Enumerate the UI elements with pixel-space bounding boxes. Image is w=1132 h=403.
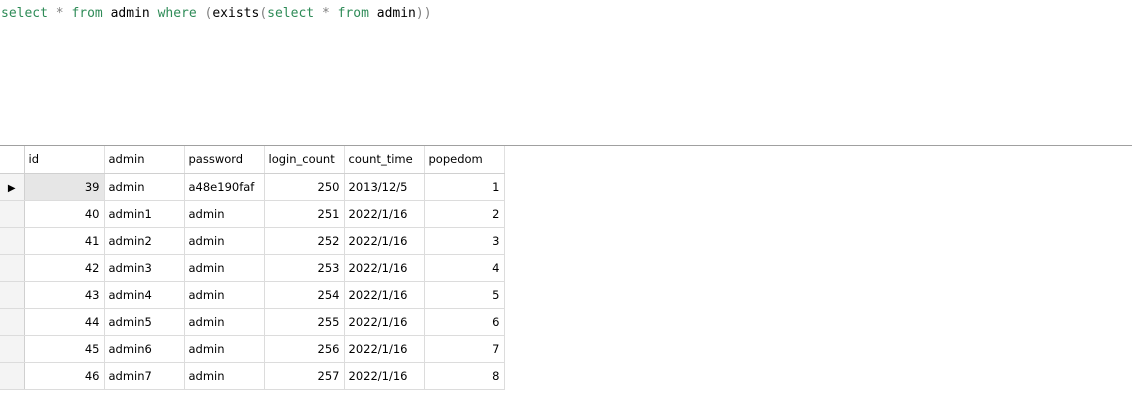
cell-popedom[interactable]: 6 [424, 308, 505, 336]
cell-login-count[interactable]: 250 [264, 173, 345, 201]
cell-popedom[interactable]: 3 [424, 227, 505, 255]
cell-popedom[interactable]: 7 [424, 335, 505, 363]
table-row[interactable]: ▶ 39 admin a48e190faf 250 2013/12/5 1 [0, 173, 505, 201]
cell-popedom[interactable]: 4 [424, 254, 505, 282]
cell-password[interactable]: admin [184, 254, 265, 282]
cell-login-count[interactable]: 253 [264, 254, 345, 282]
cell-admin[interactable]: admin2 [104, 227, 185, 255]
cell-password[interactable]: admin [184, 281, 265, 309]
results-header-row: id admin password login_count count_time… [0, 146, 505, 174]
cell-login-count[interactable]: 257 [264, 362, 345, 390]
cell-popedom[interactable]: 5 [424, 281, 505, 309]
sql-token: )) [415, 6, 432, 21]
sql-token: * [321, 6, 330, 21]
cell-count-time[interactable]: 2022/1/16 [344, 281, 425, 309]
cell-admin[interactable]: admin [104, 173, 185, 201]
cell-id[interactable]: 43 [24, 281, 105, 309]
column-header-count-time[interactable]: count_time [344, 146, 425, 174]
cell-id[interactable]: 39 [24, 173, 105, 201]
cell-id[interactable]: 45 [24, 335, 105, 363]
cell-password[interactable]: admin [184, 335, 265, 363]
cell-count-time[interactable]: 2022/1/16 [344, 335, 425, 363]
cell-admin[interactable]: admin1 [104, 200, 185, 228]
sql-token: admin [368, 6, 416, 21]
cell-password[interactable]: a48e190faf [184, 173, 265, 201]
cell-id[interactable]: 40 [24, 200, 105, 228]
row-header[interactable] [0, 200, 25, 228]
results-grid[interactable]: id admin password login_count count_time… [0, 146, 505, 390]
cell-admin[interactable]: admin7 [104, 362, 185, 390]
cell-id[interactable]: 41 [24, 227, 105, 255]
table-row[interactable]: 43 admin4 admin 254 2022/1/16 5 [0, 281, 505, 309]
sql-token: from [71, 6, 103, 21]
row-header[interactable] [0, 335, 25, 363]
cell-password[interactable]: admin [184, 200, 265, 228]
cell-password[interactable]: admin [184, 308, 265, 336]
row-header[interactable] [0, 227, 25, 255]
cell-popedom[interactable]: 1 [424, 173, 505, 201]
sql-token: admin [102, 6, 158, 21]
cell-admin[interactable]: admin4 [104, 281, 185, 309]
cell-login-count[interactable]: 252 [264, 227, 345, 255]
column-header-admin[interactable]: admin [104, 146, 185, 174]
table-row[interactable]: 41 admin2 admin 252 2022/1/16 3 [0, 227, 505, 255]
sql-token: select [1, 6, 48, 21]
sql-token: ( [259, 6, 268, 21]
table-row[interactable]: 44 admin5 admin 255 2022/1/16 6 [0, 308, 505, 336]
column-header-id[interactable]: id [24, 146, 105, 174]
sql-token: exists [212, 6, 260, 21]
row-header[interactable] [0, 281, 25, 309]
results-body: ▶ 39 admin a48e190faf 250 2013/12/5 1 40 admin1 a… [0, 173, 505, 390]
current-row-pointer-icon: ▶ [7, 182, 16, 194]
cell-count-time[interactable]: 2022/1/16 [344, 200, 425, 228]
sql-token: from [337, 6, 369, 21]
row-header[interactable] [0, 308, 25, 336]
cell-login-count[interactable]: 255 [264, 308, 345, 336]
sql-query-line[interactable]: select * from admin where (exists(select… [1, 5, 432, 23]
cell-login-count[interactable]: 251 [264, 200, 345, 228]
cell-count-time[interactable]: 2022/1/16 [344, 254, 425, 282]
table-row[interactable]: 46 admin7 admin 257 2022/1/16 8 [0, 362, 505, 390]
column-header-login-count[interactable]: login_count [264, 146, 345, 174]
table-row[interactable]: 45 admin6 admin 256 2022/1/16 7 [0, 335, 505, 363]
cell-password[interactable]: admin [184, 227, 265, 255]
sql-editor[interactable]: select * from admin where (exists(select… [0, 0, 1132, 145]
sql-token: select [267, 6, 315, 21]
cell-count-time[interactable]: 2013/12/5 [344, 173, 425, 201]
column-header-popedom[interactable]: popedom [424, 146, 505, 174]
table-row[interactable]: 40 admin1 admin 251 2022/1/16 2 [0, 200, 505, 228]
cell-count-time[interactable]: 2022/1/16 [344, 227, 425, 255]
row-header[interactable]: ▶ [0, 173, 25, 201]
row-header[interactable] [0, 254, 25, 282]
cell-popedom[interactable]: 2 [424, 200, 505, 228]
cell-id[interactable]: 42 [24, 254, 105, 282]
cell-login-count[interactable]: 256 [264, 335, 345, 363]
row-header-corner[interactable] [0, 146, 25, 174]
cell-id[interactable]: 46 [24, 362, 105, 390]
column-header-password[interactable]: password [184, 146, 265, 174]
table-row[interactable]: 42 admin3 admin 253 2022/1/16 4 [0, 254, 505, 282]
cell-id[interactable]: 44 [24, 308, 105, 336]
cell-count-time[interactable]: 2022/1/16 [344, 362, 425, 390]
sql-token: where [157, 6, 197, 21]
sql-token: * [55, 6, 64, 21]
cell-count-time[interactable]: 2022/1/16 [344, 308, 425, 336]
cell-admin[interactable]: admin3 [104, 254, 185, 282]
cell-admin[interactable]: admin5 [104, 308, 185, 336]
cell-admin[interactable]: admin6 [104, 335, 185, 363]
cell-popedom[interactable]: 8 [424, 362, 505, 390]
row-header[interactable] [0, 362, 25, 390]
cell-password[interactable]: admin [184, 362, 265, 390]
cell-login-count[interactable]: 254 [264, 281, 345, 309]
